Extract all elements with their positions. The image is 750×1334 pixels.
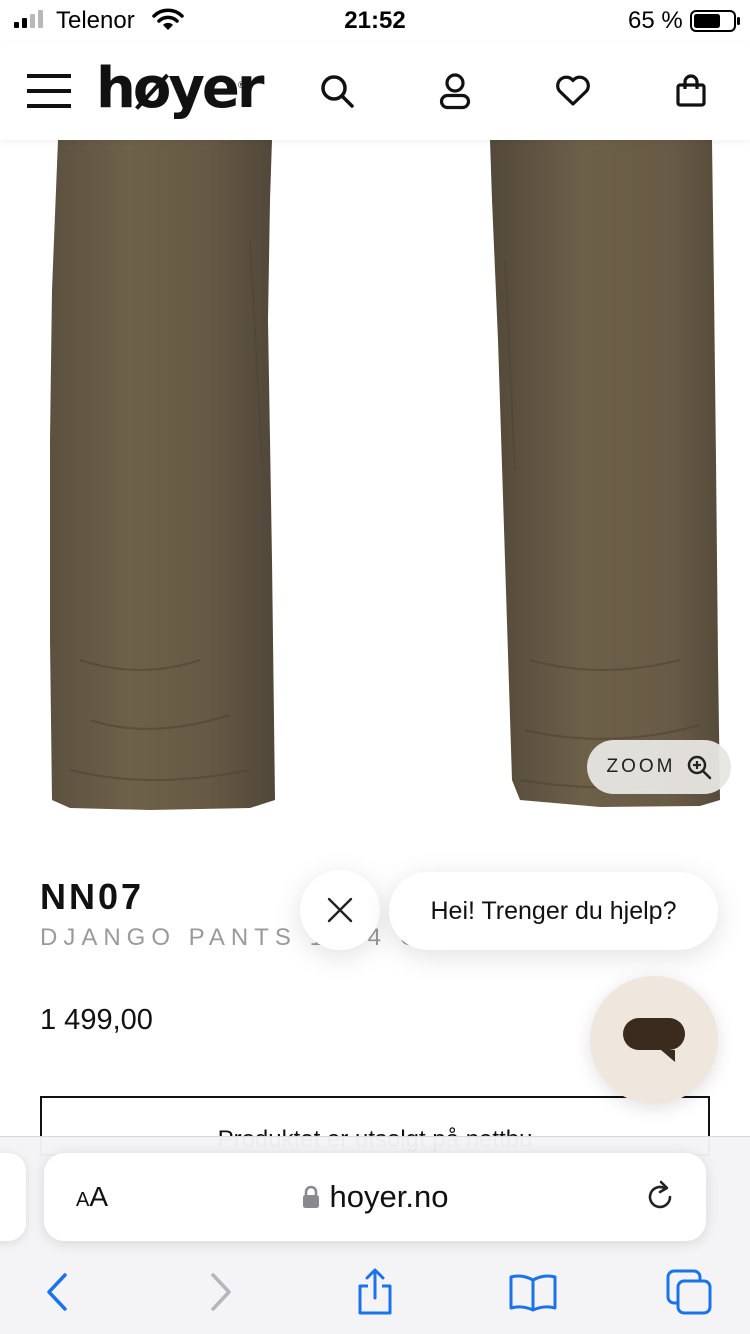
status-bar: Telenor 21:52 65 % <box>0 0 750 42</box>
product-price: 1 499,00 <box>40 1004 153 1036</box>
menu-icon <box>27 74 71 108</box>
forward-button[interactable] <box>196 1267 246 1317</box>
zoom-in-icon <box>687 755 711 780</box>
wishlist-heart-icon <box>556 75 590 106</box>
safari-toolbar: AA hoyer.no <box>0 1136 750 1334</box>
zoom-button[interactable]: ZOOM <box>587 740 731 794</box>
pants-photo <box>50 140 720 810</box>
wishlist-button[interactable] <box>548 66 598 116</box>
battery-icon <box>690 10 740 32</box>
back-button[interactable] <box>32 1267 82 1317</box>
bookmarks-button[interactable] <box>508 1267 558 1317</box>
previous-tab-preview[interactable] <box>0 1153 26 1241</box>
chat-greeting-text: Hei! Trenger du hjelp? <box>430 896 677 925</box>
chat-launcher-button[interactable] <box>590 976 718 1104</box>
chat-bubble-icon <box>623 1018 685 1062</box>
share-button[interactable] <box>350 1267 400 1317</box>
search-icon <box>321 75 354 108</box>
cart-button[interactable] <box>666 66 716 116</box>
address-bar[interactable]: AA hoyer.no <box>44 1153 706 1241</box>
book-icon <box>509 1274 557 1312</box>
reload-icon[interactable] <box>642 1179 678 1215</box>
share-icon <box>358 1268 392 1315</box>
close-icon <box>327 897 353 923</box>
chat-close-button[interactable] <box>300 870 380 950</box>
tabs-icon <box>666 1269 712 1315</box>
menu-button[interactable] <box>24 66 74 116</box>
lock-icon <box>302 1185 319 1208</box>
tabs-button[interactable] <box>664 1267 714 1317</box>
url-display: hoyer.no <box>44 1179 706 1215</box>
product-brand[interactable]: NN07 <box>40 876 144 918</box>
hoyer-logo[interactable]: høyer <box>96 54 264 124</box>
logo-registered-mark: ® <box>238 80 245 90</box>
search-button[interactable] <box>312 66 362 116</box>
battery-percentage: 65 % <box>628 7 683 34</box>
account-button[interactable] <box>430 66 480 116</box>
shopping-bag-icon <box>676 74 706 107</box>
site-header: høyer ® <box>0 42 750 140</box>
zoom-label: ZOOM <box>606 756 676 777</box>
chevron-left-icon <box>47 1273 67 1311</box>
chat-greeting-bubble[interactable]: Hei! Trenger du hjelp? <box>389 872 718 950</box>
product-image[interactable] <box>0 140 750 820</box>
url-text: hoyer.no <box>329 1179 449 1214</box>
chevron-right-icon <box>211 1273 231 1311</box>
account-icon <box>439 73 471 110</box>
